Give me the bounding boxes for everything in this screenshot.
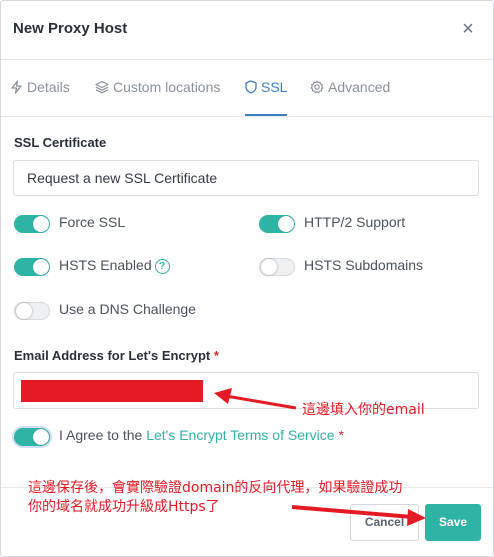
agree-prefix: I Agree to the bbox=[59, 427, 143, 443]
switch-knob bbox=[16, 303, 32, 319]
switch-knob bbox=[33, 429, 49, 445]
lightning-icon bbox=[11, 80, 22, 94]
switch-knob bbox=[261, 259, 277, 275]
save-annotation-line1: 這邊保存後，會實際驗證domain的反向代理，如果驗證成功 bbox=[28, 480, 403, 496]
save-button[interactable]: Save bbox=[425, 504, 481, 541]
hsts-enabled-label-group: HSTS Enabled? bbox=[59, 257, 170, 274]
close-icon[interactable]: × bbox=[457, 18, 479, 40]
tab-ssl-label: SSL bbox=[261, 79, 288, 95]
tab-advanced[interactable]: Advanced bbox=[310, 59, 390, 116]
tab-bar: Details Custom locations SSL Advanced bbox=[1, 59, 493, 117]
tab-custom-locations[interactable]: Custom locations bbox=[95, 59, 220, 116]
gear-icon bbox=[310, 80, 324, 94]
switch-knob bbox=[33, 259, 49, 275]
tab-details[interactable]: Details bbox=[10, 59, 70, 116]
tab-ssl[interactable]: SSL bbox=[245, 59, 288, 116]
required-mark: * bbox=[213, 348, 219, 363]
http2-support-label: HTTP/2 Support bbox=[304, 214, 406, 230]
redaction-mark bbox=[21, 380, 203, 402]
help-icon[interactable]: ? bbox=[154, 259, 170, 274]
switch-knob bbox=[278, 216, 294, 232]
dialog-title: New Proxy Host bbox=[13, 20, 128, 37]
required-mark: * bbox=[338, 427, 344, 443]
new-proxy-host-dialog: New Proxy Host × Details Custom location… bbox=[0, 0, 494, 557]
hsts-subdomains-switch[interactable] bbox=[259, 258, 295, 276]
http2-support-switch[interactable] bbox=[259, 215, 295, 233]
hsts-enabled-switch[interactable] bbox=[14, 258, 50, 276]
cancel-button[interactable]: Cancel bbox=[350, 504, 419, 541]
shield-icon bbox=[245, 80, 257, 94]
tab-details-label: Details bbox=[27, 79, 70, 95]
tab-custom-locations-label: Custom locations bbox=[113, 79, 221, 95]
agree-tos-switch[interactable] bbox=[14, 428, 50, 446]
ssl-certificate-label: SSL Certificate bbox=[14, 135, 107, 150]
dialog-header: New Proxy Host × bbox=[1, 1, 493, 60]
agree-tos-label: I Agree to the Let's Encrypt Terms of Se… bbox=[59, 427, 344, 443]
tos-link[interactable]: Let's Encrypt Terms of Service bbox=[146, 427, 334, 443]
force-ssl-label: Force SSL bbox=[59, 214, 126, 230]
email-label: Email Address for Let's Encrypt * bbox=[14, 348, 219, 363]
save-annotation-line2: 你的域名就成功升級成Https了 bbox=[28, 499, 220, 515]
force-ssl-switch[interactable] bbox=[14, 215, 50, 233]
ssl-certificate-select[interactable]: Request a new SSL Certificate bbox=[13, 160, 479, 196]
hsts-enabled-label: HSTS Enabled bbox=[59, 257, 152, 273]
email-annotation: 這邊填入你的email bbox=[302, 402, 425, 418]
tab-advanced-label: Advanced bbox=[328, 79, 391, 95]
switch-knob bbox=[33, 216, 49, 232]
email-label-text: Email Address for Let's Encrypt bbox=[14, 348, 211, 363]
hsts-subdomains-label: HSTS Subdomains bbox=[304, 257, 424, 273]
layers-icon bbox=[95, 80, 109, 94]
dns-challenge-label: Use a DNS Challenge bbox=[59, 301, 196, 317]
dns-challenge-switch[interactable] bbox=[14, 302, 50, 320]
